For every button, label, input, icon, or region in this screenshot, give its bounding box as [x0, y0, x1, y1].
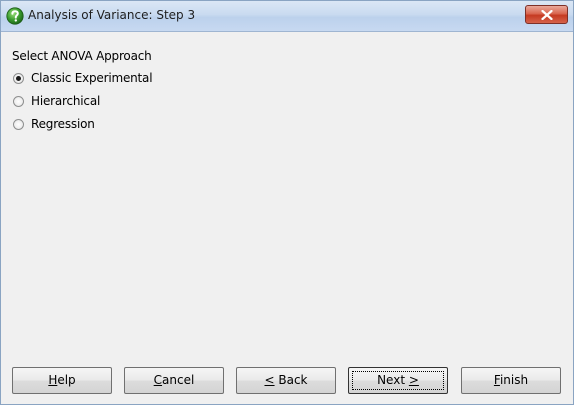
- radio-label: Regression: [31, 117, 95, 131]
- window-title: Analysis of Variance: Step 3: [28, 8, 196, 22]
- dialog-client-area: Select ANOVA Approach Classic Experiment…: [1, 32, 573, 404]
- radio-button[interactable]: [13, 95, 24, 107]
- next-button[interactable]: Next >: [348, 367, 448, 394]
- radio-label: Hierarchical: [31, 94, 101, 108]
- radio-button-selected[interactable]: [13, 72, 24, 84]
- radio-label: Classic Experimental: [31, 71, 153, 85]
- help-button[interactable]: Help: [12, 367, 112, 394]
- close-button[interactable]: [525, 5, 568, 24]
- radio-button[interactable]: [13, 118, 24, 130]
- back-label-rest: Back: [274, 373, 308, 387]
- help-question-icon: [6, 7, 24, 25]
- help-label-rest: elp: [57, 373, 76, 387]
- cancel-mnemonic: C: [153, 373, 163, 387]
- focus-rectangle: [352, 371, 444, 390]
- finish-label-rest: inish: [499, 373, 529, 387]
- radio-hierarchical[interactable]: Hierarchical: [13, 93, 100, 109]
- back-button[interactable]: < Back: [236, 367, 336, 394]
- cancel-label-rest: ancel: [162, 373, 195, 387]
- close-icon: [541, 10, 553, 20]
- help-mnemonic: H: [48, 373, 58, 387]
- back-mnemonic: <: [264, 373, 275, 387]
- radio-regression[interactable]: Regression: [13, 116, 95, 132]
- cancel-button[interactable]: Cancel: [124, 367, 224, 394]
- approach-group-label: Select ANOVA Approach: [12, 49, 152, 63]
- radio-classic-experimental[interactable]: Classic Experimental: [13, 70, 153, 86]
- dialog-window: Analysis of Variance: Step 3 Select ANOV…: [0, 0, 574, 405]
- finish-button[interactable]: Finish: [461, 367, 561, 394]
- title-bar[interactable]: Analysis of Variance: Step 3: [1, 1, 573, 32]
